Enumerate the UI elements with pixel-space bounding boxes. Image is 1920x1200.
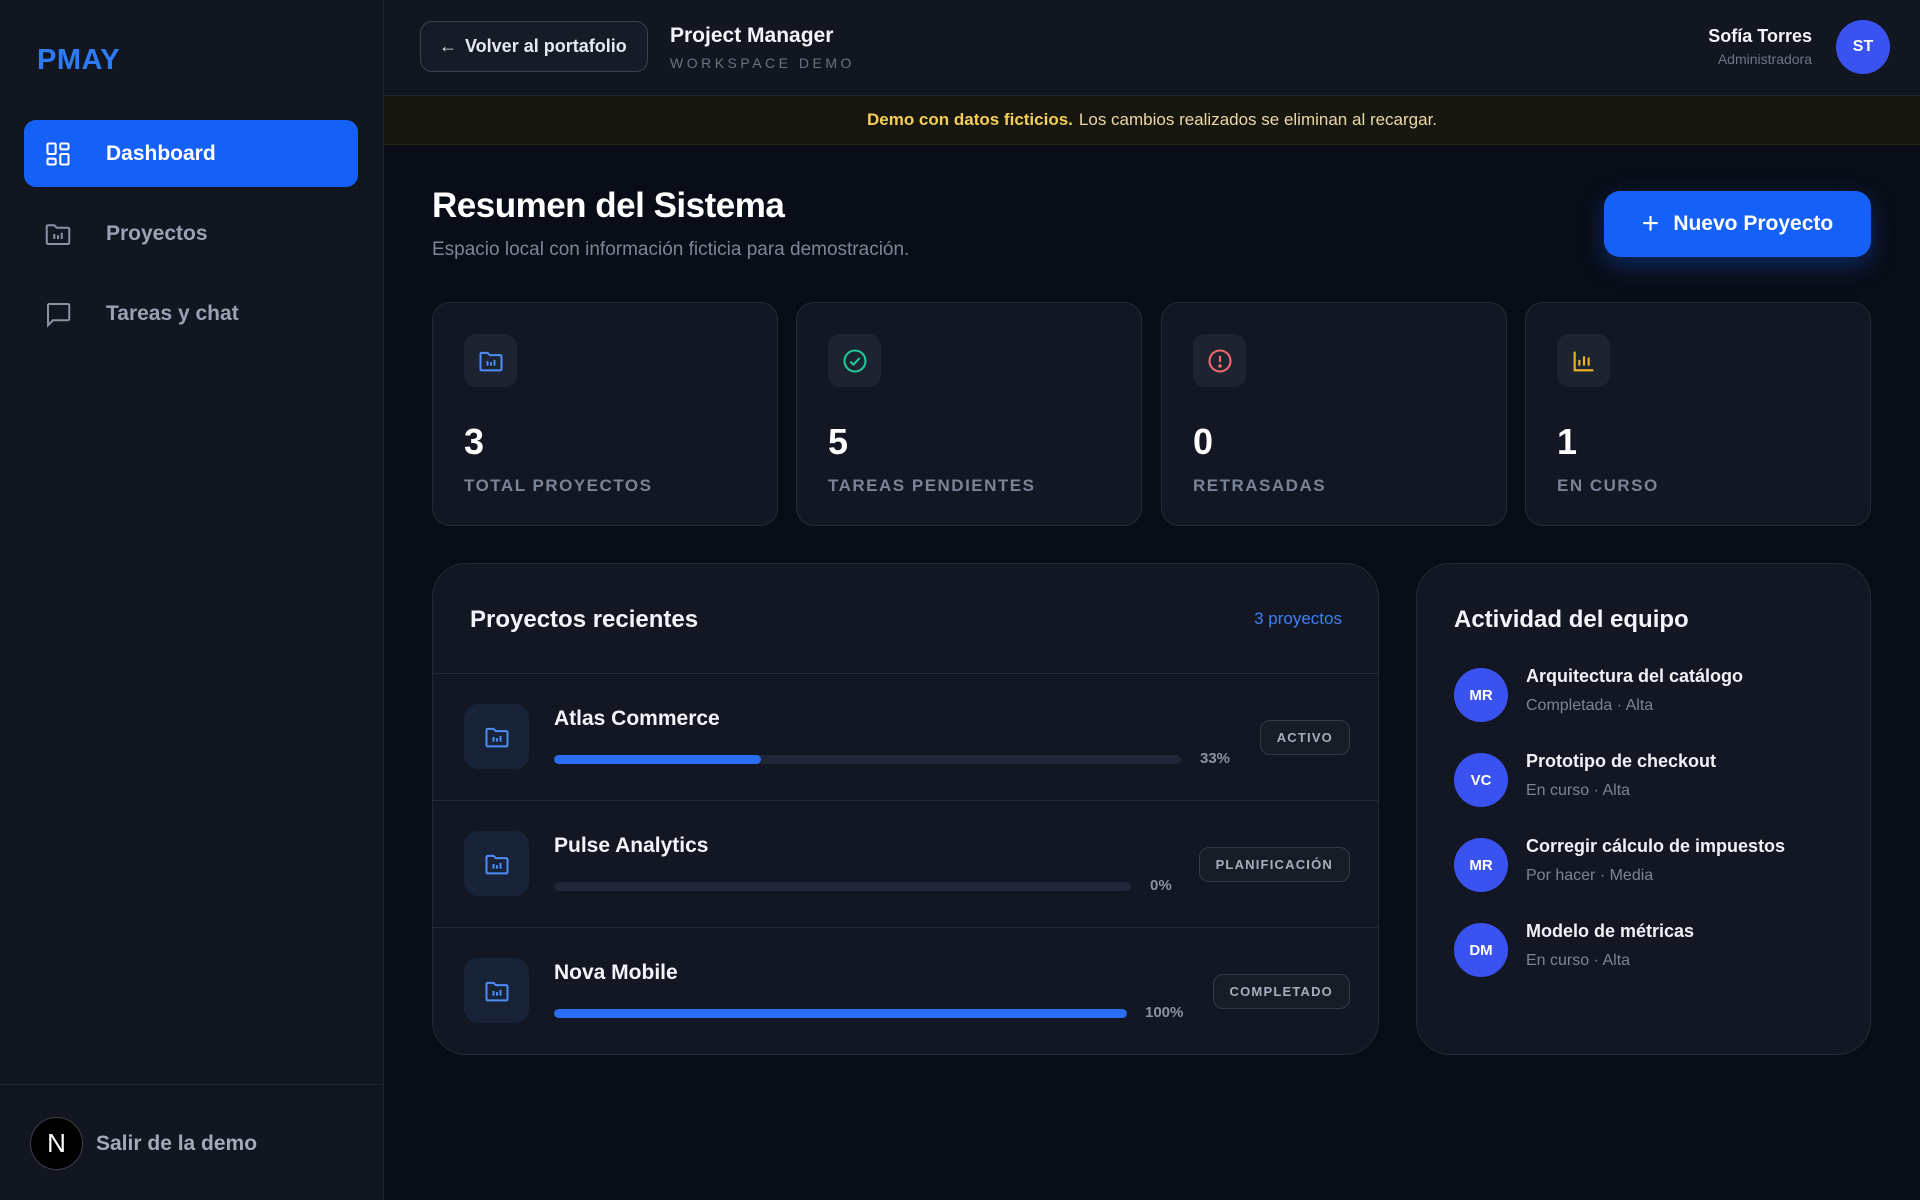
brand-logo[interactable]: PMAY — [37, 44, 120, 77]
project-name: Pulse Analytics — [554, 834, 709, 857]
activity-item[interactable]: MR Arquitectura del catálogo Completada … — [1454, 666, 1854, 726]
sidebar-item-label: Proyectos — [106, 221, 208, 245]
user-role: Administradora — [1717, 51, 1812, 67]
progress-bar — [554, 882, 1131, 891]
banner-text: Los cambios realizados se eliminan al re… — [1078, 110, 1438, 129]
back-button-label: Volver al portafolio — [465, 36, 627, 56]
progress-fill — [554, 1009, 1127, 1018]
folder-chart-icon — [464, 831, 529, 896]
sidebar-item-proyectos[interactable]: Proyectos — [24, 200, 358, 267]
project-name: Atlas Commerce — [554, 707, 720, 730]
exit-demo-label: Salir de la demo — [96, 1131, 258, 1155]
progress-label: 100% — [1145, 1004, 1184, 1021]
team-activity-card: Actividad del equipo MR Arquitectura del… — [1416, 563, 1871, 1055]
stat-value: 0 — [1193, 421, 1214, 462]
sidebar-footer: N Salir de la demo — [0, 1084, 383, 1200]
status-badge: ACTIVO — [1259, 720, 1350, 755]
exit-demo-button[interactable]: N Salir de la demo — [30, 1117, 257, 1170]
sidebar-item-label: Tareas y chat — [106, 301, 239, 325]
progress-label: 33% — [1200, 750, 1231, 767]
stat-card-pending-tasks: 5 TAREAS PENDIENTES — [796, 302, 1142, 526]
folder-chart-icon — [464, 334, 517, 387]
page-subtitle: Espacio local con información ficticia p… — [432, 239, 910, 260]
status-badge: COMPLETADO — [1212, 974, 1350, 1009]
page-title: Resumen del Sistema — [432, 186, 785, 225]
activity-item[interactable]: DM Modelo de métricas En curso · Alta — [1454, 921, 1854, 981]
top-header: ← Volver al portafolio Project Manager W… — [384, 0, 1920, 96]
bar-chart-icon — [1557, 334, 1610, 387]
recent-projects-card: Proyectos recientes 3 proyectos Atlas Co… — [432, 563, 1379, 1055]
stat-label: TOTAL PROYECTOS — [464, 476, 653, 495]
progress-fill — [554, 755, 761, 764]
sidebar-item-label: Dashboard — [106, 141, 216, 165]
projects-count-link[interactable]: 3 proyectos — [1254, 609, 1342, 629]
stat-value: 3 — [464, 421, 485, 462]
avatar: MR — [1454, 668, 1508, 722]
project-row-pulse-analytics[interactable]: Pulse Analytics 0% PLANIFICACIÓN — [433, 801, 1378, 928]
sidebar-item-dashboard[interactable]: Dashboard — [24, 120, 358, 187]
avatar: VC — [1454, 753, 1508, 807]
user-avatar[interactable]: ST — [1836, 20, 1890, 74]
stat-label: RETRASADAS — [1193, 476, 1327, 495]
progress-label: 0% — [1150, 877, 1172, 894]
project-name: Nova Mobile — [554, 961, 678, 984]
back-to-portfolio-button[interactable]: ← Volver al portafolio — [420, 21, 648, 72]
user-name: Sofía Torres — [1708, 26, 1812, 46]
check-circle-icon — [828, 334, 881, 387]
new-project-label: Nuevo Proyecto — [1673, 212, 1834, 235]
activity-title: Modelo de métricas — [1526, 921, 1695, 941]
app-subtitle: WORKSPACE DEMO — [670, 55, 855, 71]
activity-title: Corregir cálculo de impuestos — [1526, 836, 1786, 856]
folder-chart-icon — [464, 704, 529, 769]
recent-projects-title: Proyectos recientes — [470, 606, 699, 633]
alert-circle-icon — [1193, 334, 1246, 387]
plus-icon: + — [1641, 207, 1660, 240]
activity-meta: Completada · Alta — [1526, 697, 1654, 714]
activity-meta: En curso · Alta — [1526, 952, 1631, 969]
exit-avatar: N — [30, 1117, 83, 1170]
chat-icon — [41, 297, 75, 331]
stat-card-delayed: 0 RETRASADAS — [1161, 302, 1507, 526]
status-badge: PLANIFICACIÓN — [1198, 847, 1350, 882]
project-row-atlas-commerce[interactable]: Atlas Commerce 33% ACTIVO — [433, 674, 1378, 801]
activity-title: Prototipo de checkout — [1526, 751, 1717, 771]
progress-bar — [554, 1009, 1127, 1018]
folder-icon — [41, 217, 75, 251]
folder-chart-icon — [464, 958, 529, 1023]
dashboard-icon — [41, 137, 75, 171]
demo-banner: Demo con datos ficticios. Los cambios re… — [384, 96, 1920, 145]
stat-card-total-projects: 3 TOTAL PROYECTOS — [432, 302, 778, 526]
stat-card-in-progress: 1 EN CURSO — [1525, 302, 1871, 526]
stat-label: EN CURSO — [1557, 476, 1659, 495]
avatar: MR — [1454, 838, 1508, 892]
avatar: DM — [1454, 923, 1508, 977]
new-project-button[interactable]: + Nuevo Proyecto — [1604, 191, 1871, 257]
app-title: Project Manager — [670, 24, 834, 47]
sidebar-item-tareas-chat[interactable]: Tareas y chat — [24, 280, 358, 347]
activity-title: Arquitectura del catálogo — [1526, 666, 1744, 686]
stat-label: TAREAS PENDIENTES — [828, 476, 1036, 495]
project-row-nova-mobile[interactable]: Nova Mobile 100% COMPLETADO — [433, 928, 1378, 1054]
arrow-left-icon: ← — [439, 36, 457, 56]
stat-value: 1 — [1557, 421, 1578, 462]
banner-bold: Demo con datos ficticios. — [866, 110, 1073, 129]
team-activity-title: Actividad del equipo — [1454, 606, 1689, 633]
activity-item[interactable]: MR Corregir cálculo de impuestos Por hac… — [1454, 836, 1854, 896]
stat-value: 5 — [828, 421, 849, 462]
activity-meta: En curso · Alta — [1526, 782, 1631, 799]
sidebar: PMAY Dashboard Proyectos Tareas y chat N… — [0, 0, 384, 1200]
progress-bar — [554, 755, 1181, 764]
activity-item[interactable]: VC Prototipo de checkout En curso · Alta — [1454, 751, 1854, 811]
activity-meta: Por hacer · Media — [1526, 867, 1654, 884]
